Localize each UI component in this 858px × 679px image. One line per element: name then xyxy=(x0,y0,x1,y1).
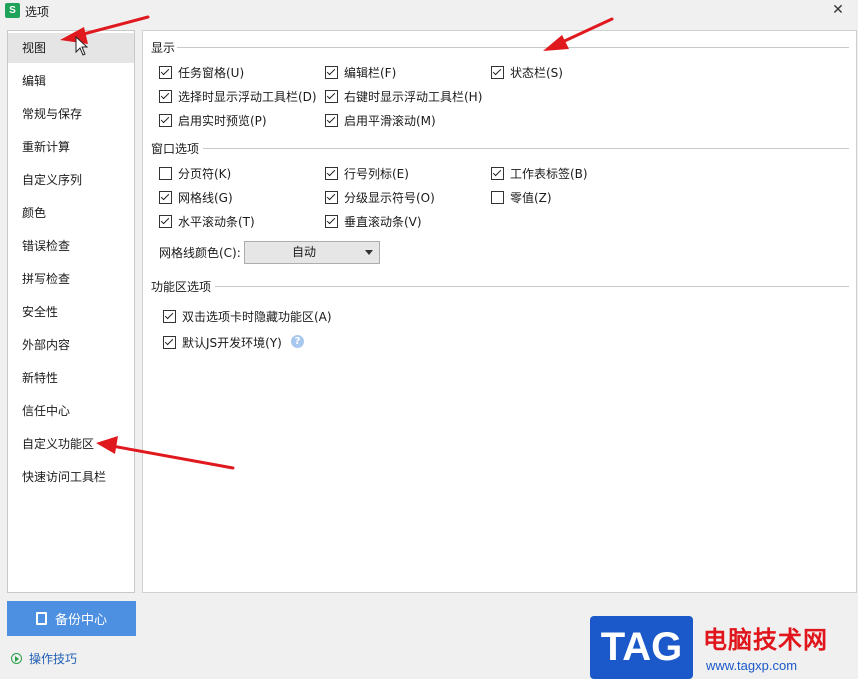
app-logo-icon: S xyxy=(5,3,20,18)
checkbox-box[interactable] xyxy=(491,190,504,204)
vertical-scrollbar-checkbox[interactable]: 垂直滚动条(V) xyxy=(325,212,422,230)
checkbox-box[interactable] xyxy=(159,89,172,103)
watermark: TAG 电脑技术网 www.tagxp.com xyxy=(590,616,852,679)
gridline-color-label: 网格线颜色(C): xyxy=(159,246,241,260)
ribbon-options-heading: 功能区选项 xyxy=(151,280,212,294)
chevron-down-icon xyxy=(365,250,373,255)
checkbox-box[interactable] xyxy=(159,113,172,127)
watermark-site-name: 电脑技术网 xyxy=(703,626,828,654)
checkbox-label: 选择时显示浮动工具栏(D) xyxy=(178,89,317,104)
checkbox-box[interactable] xyxy=(163,335,176,349)
row-col-headers-checkbox[interactable]: 行号列标(E) xyxy=(325,164,409,182)
sidebar-item-new-features[interactable]: 新特性 xyxy=(8,363,134,393)
sidebar-item-recalculate[interactable]: 重新计算 xyxy=(8,132,134,162)
status-bar-checkbox[interactable]: 状态栏(S) xyxy=(491,63,563,81)
checkbox-box[interactable] xyxy=(325,214,338,228)
formula-bar-checkbox[interactable]: 编辑栏(F) xyxy=(325,63,396,81)
checkbox-box[interactable] xyxy=(325,113,338,127)
gridline-color-dropdown[interactable]: 自动 xyxy=(244,241,380,264)
options-panel: 显示 任务窗格(U) 编辑栏(F) 状态栏(S) 选择时显示浮动工具栏(D) 右… xyxy=(142,30,857,593)
default-js-env-checkbox[interactable]: 默认JS开发环境(Y) xyxy=(163,333,282,351)
sheet-tabs-checkbox[interactable]: 工作表标签(B) xyxy=(491,164,588,182)
zero-values-checkbox[interactable]: 零值(Z) xyxy=(491,188,552,206)
floating-toolbar-select-checkbox[interactable]: 选择时显示浮动工具栏(D) xyxy=(159,87,317,105)
sidebar-item-edit[interactable]: 编辑 xyxy=(8,66,134,96)
checkbox-label: 启用实时预览(P) xyxy=(178,113,267,128)
checkbox-label: 分页符(K) xyxy=(178,166,232,181)
checkbox-box[interactable] xyxy=(163,309,176,323)
tips-label: 操作技巧 xyxy=(29,652,78,666)
checkbox-box[interactable] xyxy=(491,166,504,180)
options-sidebar: 视图 编辑 常规与保存 重新计算 自定义序列 颜色 错误检查 拼写检查 安全性 … xyxy=(7,30,135,593)
ribbon-options-divider xyxy=(215,286,849,287)
sidebar-item-spelling[interactable]: 拼写检查 xyxy=(8,264,134,294)
checkbox-label: 状态栏(S) xyxy=(510,65,563,80)
sidebar-item-external-content[interactable]: 外部内容 xyxy=(8,330,134,360)
tips-link[interactable]: 操作技巧 xyxy=(11,650,77,667)
checkbox-box[interactable] xyxy=(325,166,338,180)
sidebar-item-view[interactable]: 视图 xyxy=(8,33,134,63)
display-divider xyxy=(177,47,849,48)
smooth-scroll-checkbox[interactable]: 启用平滑滚动(M) xyxy=(325,111,436,129)
window-options-heading: 窗口选项 xyxy=(151,142,200,156)
outline-symbols-checkbox[interactable]: 分级显示符号(O) xyxy=(325,188,435,206)
close-button[interactable]: ✕ xyxy=(826,0,850,20)
checkbox-label: 分级显示符号(O) xyxy=(344,190,435,205)
play-circle-icon xyxy=(11,653,22,664)
checkbox-box[interactable] xyxy=(159,166,172,180)
checkbox-box[interactable] xyxy=(325,190,338,204)
page-break-checkbox[interactable]: 分页符(K) xyxy=(159,164,231,182)
checkbox-label: 行号列标(E) xyxy=(344,166,409,181)
checkbox-box[interactable] xyxy=(325,65,338,79)
checkbox-label: 默认JS开发环境(Y) xyxy=(182,335,282,350)
checkbox-box[interactable] xyxy=(491,65,504,79)
live-preview-checkbox[interactable]: 启用实时预览(P) xyxy=(159,111,267,129)
horizontal-scrollbar-checkbox[interactable]: 水平滚动条(T) xyxy=(159,212,255,230)
sidebar-item-general-save[interactable]: 常规与保存 xyxy=(8,99,134,129)
sidebar-item-quick-access-toolbar[interactable]: 快速访问工具栏 xyxy=(8,462,134,492)
checkbox-label: 编辑栏(F) xyxy=(344,65,397,80)
tag-logo: TAG xyxy=(590,616,693,679)
checkbox-label: 工作表标签(B) xyxy=(510,166,588,181)
checkbox-label: 网格线(G) xyxy=(178,190,233,205)
sidebar-item-trust-center[interactable]: 信任中心 xyxy=(8,396,134,426)
watermark-url: www.tagxp.com xyxy=(706,658,798,673)
checkbox-label: 任务窗格(U) xyxy=(178,65,245,80)
checkbox-label: 零值(Z) xyxy=(510,190,552,205)
sidebar-item-error-checking[interactable]: 错误检查 xyxy=(8,231,134,261)
checkbox-label: 双击选项卡时隐藏功能区(A) xyxy=(182,309,332,324)
sidebar-item-color[interactable]: 颜色 xyxy=(8,198,134,228)
checkbox-label: 右键时显示浮动工具栏(H) xyxy=(344,89,483,104)
title-bar: S 选项 ✕ xyxy=(0,0,858,22)
gridline-color-value: 自动 xyxy=(291,245,316,259)
checkbox-box[interactable] xyxy=(159,190,172,204)
window-options-divider xyxy=(203,148,849,149)
display-section-heading: 显示 xyxy=(151,41,176,55)
backup-center-label: 备份中心 xyxy=(54,613,107,628)
hide-ribbon-doubleclick-checkbox[interactable]: 双击选项卡时隐藏功能区(A) xyxy=(163,307,332,325)
window-title: 选项 xyxy=(25,5,50,19)
checkbox-box[interactable] xyxy=(325,89,338,103)
sidebar-item-customize-ribbon[interactable]: 自定义功能区 xyxy=(8,429,134,459)
floating-toolbar-rightclick-checkbox[interactable]: 右键时显示浮动工具栏(H) xyxy=(325,87,482,105)
help-icon[interactable]: ? xyxy=(291,335,304,348)
backup-icon xyxy=(35,612,47,625)
checkbox-box[interactable] xyxy=(159,214,172,228)
checkbox-label: 启用平滑滚动(M) xyxy=(344,113,436,128)
sidebar-item-security[interactable]: 安全性 xyxy=(8,297,134,327)
checkbox-label: 垂直滚动条(V) xyxy=(344,214,422,229)
task-pane-checkbox[interactable]: 任务窗格(U) xyxy=(159,63,244,81)
sidebar-item-custom-lists[interactable]: 自定义序列 xyxy=(8,165,134,195)
backup-center-button[interactable]: 备份中心 xyxy=(7,601,136,636)
gridlines-checkbox[interactable]: 网格线(G) xyxy=(159,188,233,206)
checkbox-label: 水平滚动条(T) xyxy=(178,214,255,229)
checkbox-box[interactable] xyxy=(159,65,172,79)
